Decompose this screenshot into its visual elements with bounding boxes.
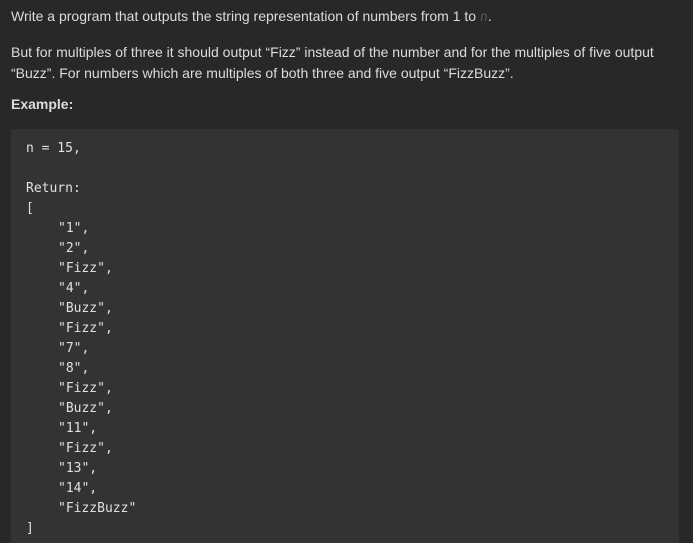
example-heading: Example:: [11, 96, 74, 112]
list-item: "1",: [58, 221, 90, 236]
list-item: "11",: [58, 421, 98, 436]
example-code-block: n = 15, Return: [ "1", "2", "Fizz", "4", "Bu…: [11, 129, 679, 543]
description-paragraph-2: But for multiples of three it should out…: [11, 44, 654, 81]
list-item: "Fizz",: [58, 381, 113, 396]
list-item: "Buzz",: [58, 301, 113, 316]
list-item: "2",: [58, 241, 90, 256]
close-bracket: ]: [26, 521, 34, 536]
list-item: "Fizz",: [58, 441, 113, 456]
list-item: "4",: [58, 281, 90, 296]
description-line-1: Write a program that outputs the string …: [11, 6, 683, 28]
list-item: "14",: [58, 481, 98, 496]
list-item: "Buzz",: [58, 401, 113, 416]
description-line-1-text: Write a program that outputs the string …: [11, 8, 480, 24]
list-item: "7",: [58, 341, 90, 356]
list-item: "13",: [58, 461, 98, 476]
description-line-1-end: .: [487, 8, 492, 24]
variable-n: n: [479, 10, 488, 25]
list-item: "8",: [58, 361, 90, 376]
list-item: "Fizz",: [58, 261, 113, 276]
open-bracket: [: [26, 201, 34, 216]
problem-description: Write a program that outputs the string …: [11, 6, 683, 84]
list-item: "Fizz",: [58, 321, 113, 336]
input-line: n = 15,: [26, 141, 81, 156]
return-label: Return:: [26, 181, 81, 196]
list-item: "FizzBuzz": [58, 501, 137, 516]
